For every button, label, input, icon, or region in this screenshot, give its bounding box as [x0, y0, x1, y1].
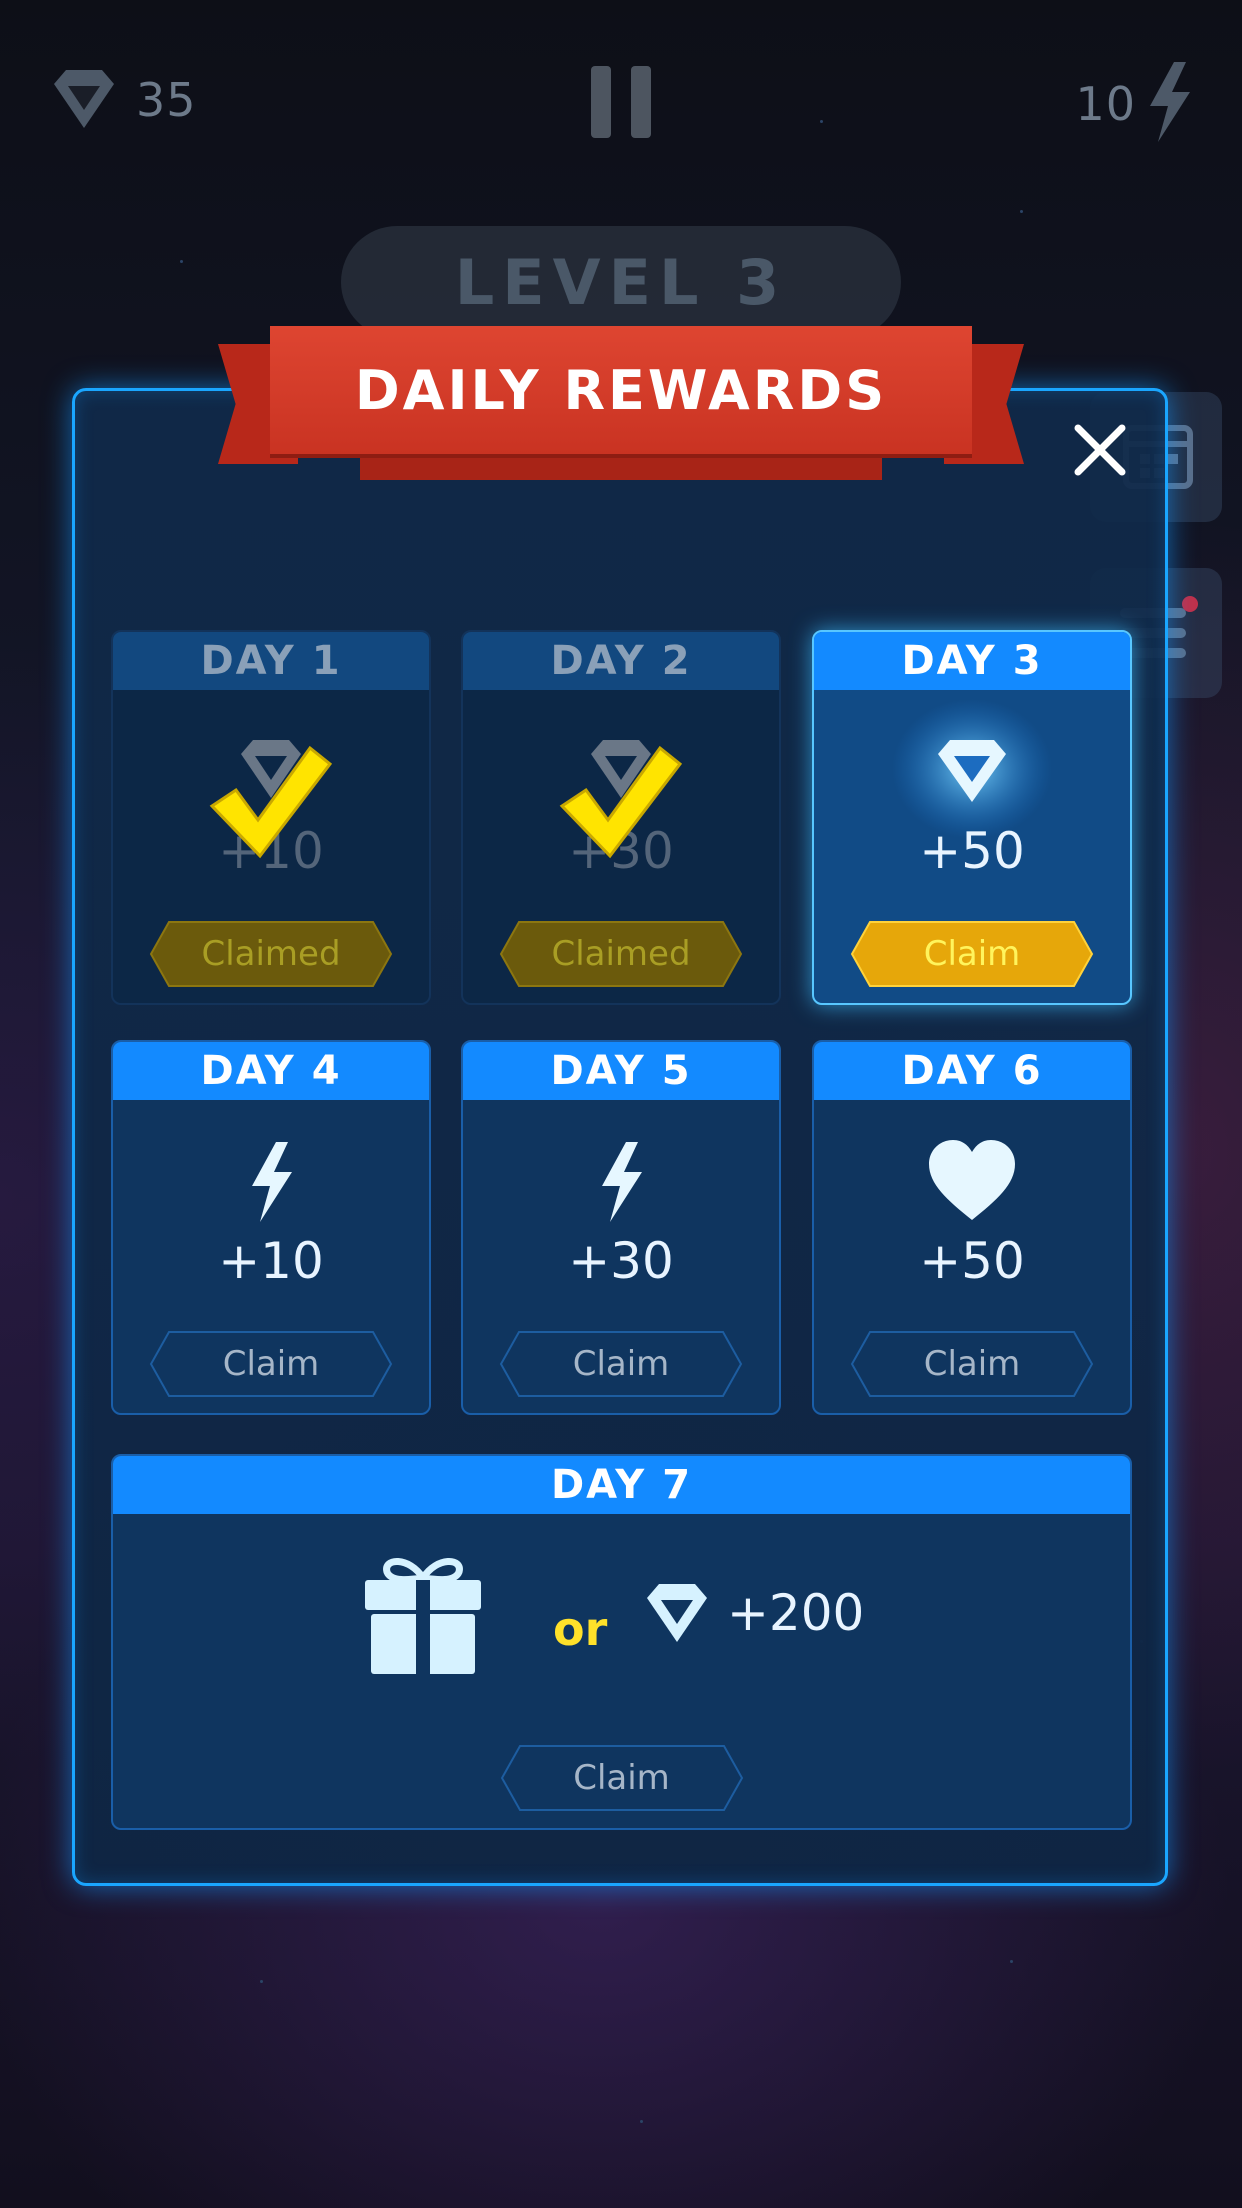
gift-icon: [363, 1552, 483, 1680]
dialog-title: DAILY REWARDS: [354, 358, 888, 422]
or-label: or: [553, 1602, 608, 1656]
close-icon: [1074, 424, 1126, 476]
claim-button[interactable]: Claim: [499, 1330, 743, 1398]
claim-button[interactable]: Claim: [850, 1330, 1094, 1398]
button-label: Claimed: [201, 934, 341, 974]
day-label: DAY 6: [814, 1042, 1130, 1100]
heart-icon: [927, 1138, 1017, 1226]
claim-button[interactable]: Claim: [149, 1330, 393, 1398]
day-label: DAY 4: [113, 1042, 429, 1100]
lightning-icon: [246, 1142, 296, 1226]
day-card-6: DAY 6 +50 Claim: [812, 1040, 1132, 1415]
gem-count: 35: [136, 73, 197, 127]
day-card-5: DAY 5 +30 Claim: [461, 1040, 781, 1415]
claimed-button: Claimed: [499, 920, 743, 988]
level-badge: LEVEL 3: [341, 226, 901, 338]
button-label: Claim: [923, 934, 1021, 974]
day-card-4: DAY 4 +10 Claim: [111, 1040, 431, 1415]
day-label: DAY 5: [463, 1042, 779, 1100]
checkmark-icon: [206, 740, 336, 864]
button-label: Claim: [222, 1344, 320, 1384]
pause-button[interactable]: [591, 66, 651, 138]
day-card-1: DAY 1 +10 Claimed: [111, 630, 431, 1005]
energy-counter: 10: [1075, 62, 1194, 146]
gem-counter: 35: [48, 62, 197, 138]
claimed-button: Claimed: [149, 920, 393, 988]
reward-amount: +200: [727, 1584, 865, 1642]
energy-count: 10: [1075, 77, 1136, 131]
button-label: Claim: [573, 1758, 670, 1798]
level-title: LEVEL 3: [454, 245, 788, 319]
close-button[interactable]: [1072, 422, 1128, 478]
day-label: DAY 1: [113, 632, 429, 690]
reward-amount: +30: [568, 1232, 674, 1290]
button-label: Claimed: [551, 934, 691, 974]
diamond-icon: [48, 62, 120, 138]
day-label: DAY 7: [113, 1456, 1130, 1514]
lightning-icon: [596, 1142, 646, 1226]
lightning-icon: [1144, 62, 1194, 146]
claim-button[interactable]: Claim: [850, 920, 1094, 988]
diamond-icon: [641, 1576, 713, 1652]
button-label: Claim: [572, 1344, 670, 1384]
day-label: DAY 3: [814, 632, 1130, 690]
reward-amount: +50: [919, 822, 1025, 880]
day-card-7: DAY 7 or +200 Claim: [111, 1454, 1132, 1830]
day-label: DAY 2: [463, 632, 779, 690]
day-card-2: DAY 2 +30 Claimed: [461, 630, 781, 1005]
reward-amount: +10: [218, 1232, 324, 1290]
day-card-3: DAY 3 +50 Claim: [812, 630, 1132, 1005]
title-ribbon: DAILY REWARDS: [270, 326, 972, 454]
button-label: Claim: [923, 1344, 1021, 1384]
checkmark-icon: [556, 740, 686, 864]
claim-button[interactable]: Claim: [500, 1744, 744, 1812]
reward-amount: +50: [919, 1232, 1025, 1290]
